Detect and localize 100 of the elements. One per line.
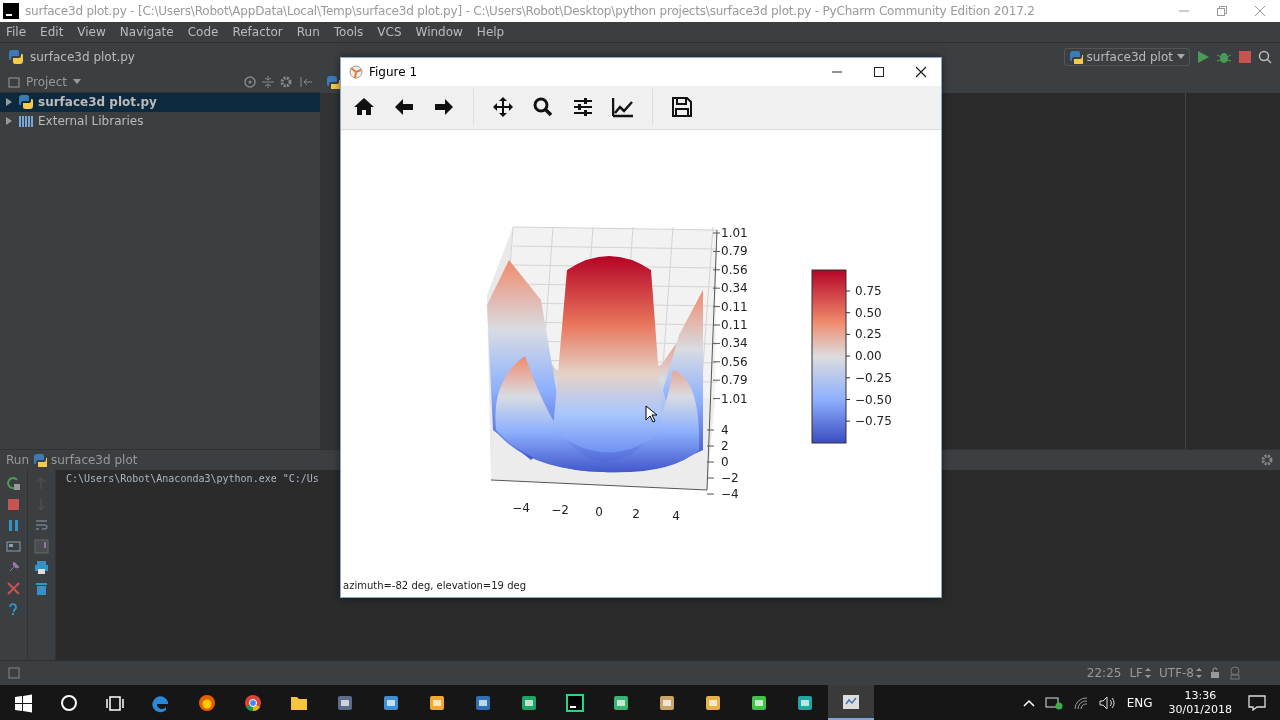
y-tick-label: 4	[721, 423, 729, 438]
volume-icon[interactable]	[1098, 695, 1117, 710]
panel-title[interactable]: Project	[26, 74, 68, 89]
encoding-selector[interactable]: UTF-8	[1159, 666, 1202, 680]
pycharm-logo-icon	[3, 3, 19, 19]
notification-icon[interactable]	[1248, 694, 1266, 711]
bug-icon[interactable]	[1216, 50, 1232, 65]
menu-item[interactable]: Window	[415, 24, 463, 39]
z-tick-label: 0.56	[721, 263, 748, 277]
pause-icon[interactable]	[6, 518, 21, 534]
x-tick-label: −4	[512, 501, 530, 516]
python-file-icon	[1068, 50, 1083, 65]
sliders-icon[interactable]	[572, 96, 594, 119]
windows-logo-icon[interactable]	[13, 692, 33, 713]
z-tick-label: 0.34	[721, 281, 748, 296]
dropdown-arrow-icon	[73, 78, 82, 85]
menu-item[interactable]: Run	[296, 24, 320, 39]
circle-icon[interactable]	[59, 692, 79, 713]
menu-item[interactable]: Tools	[333, 24, 364, 39]
project-icon	[8, 75, 20, 88]
python-file-icon	[33, 453, 47, 468]
y-tick-label: −4	[721, 487, 739, 502]
x-tick-label: 0	[595, 505, 603, 520]
window-title: Figure 1	[369, 64, 418, 79]
collapse-icon[interactable]	[262, 75, 274, 88]
settings-icon[interactable]	[280, 75, 294, 88]
updown-icon	[1145, 668, 1151, 678]
panel-title[interactable]: Run	[6, 453, 29, 468]
matplotlib-logo-icon	[349, 64, 363, 79]
close-icon[interactable]	[915, 65, 927, 78]
python-file-icon	[8, 49, 24, 66]
menu-item[interactable]: File	[6, 24, 27, 39]
lock-icon[interactable]	[1210, 667, 1220, 679]
run-config-dropdown[interactable]: surface3d plot	[1063, 48, 1190, 67]
window-title: surface3d plot.py - [C:\Users\Robot\AppData\Local\Temp\surface3d plot.py] - C:\Users\Robot\Desktop\python projects\surface3d plot.py - PyCharm Community Edition 2017.2	[25, 4, 1036, 18]
z-tick-label: 0.79	[721, 244, 748, 259]
z-tick-label: 0.11	[721, 299, 748, 314]
wifi-icon[interactable]	[1072, 695, 1089, 710]
language-indicator[interactable]: ENG	[1126, 695, 1153, 710]
pan-icon[interactable]	[492, 96, 514, 119]
locate-icon[interactable]	[244, 75, 256, 88]
expand-arrow-icon	[4, 116, 14, 127]
clock[interactable]: 13:36 30/01/2018	[1162, 688, 1238, 717]
z-tick-label: 0.11	[721, 318, 748, 333]
cursor-position[interactable]: 22:25	[1086, 666, 1122, 680]
python-file-icon	[326, 75, 340, 90]
maximize-icon[interactable]	[873, 65, 885, 78]
browser-icon[interactable]	[197, 692, 217, 713]
expand-arrow-icon	[4, 97, 14, 108]
x-tick-label: 2	[632, 507, 640, 522]
menu-item[interactable]: VCS	[377, 24, 402, 39]
save-icon[interactable]	[671, 96, 693, 119]
search-icon[interactable]	[532, 96, 554, 119]
menu-item[interactable]: Navigate	[119, 24, 174, 39]
panel-toggle-icon[interactable]	[8, 667, 20, 679]
surface-plot-drawing[interactable]	[487, 226, 721, 495]
menu-item[interactable]: Edit	[40, 24, 64, 39]
x-tick-label: −2	[551, 503, 569, 518]
z-tick-label: 1.01	[721, 226, 748, 241]
colorbar-tick-label: 0.50	[855, 305, 882, 320]
line-chart-icon[interactable]	[612, 96, 634, 119]
browser-icon[interactable]	[243, 692, 263, 713]
settings-icon[interactable]	[1260, 453, 1274, 468]
menu-item[interactable]: View	[77, 24, 106, 39]
z-tick-label: 0.79	[721, 373, 748, 388]
network-icon[interactable]	[1044, 695, 1063, 710]
print-icon[interactable]	[34, 560, 49, 576]
line-separator-selector[interactable]: LF	[1129, 666, 1151, 680]
updown-icon	[1196, 668, 1202, 678]
restore-icon[interactable]	[1216, 5, 1228, 17]
run-icon[interactable]	[1196, 50, 1210, 65]
y-tick-label: 2	[721, 439, 729, 454]
y-tick-label: 0	[721, 455, 729, 470]
trash-icon[interactable]	[34, 581, 49, 597]
menu-item[interactable]: Code	[187, 24, 219, 39]
z-tick-label: 1.01	[721, 391, 748, 406]
library-icon	[18, 114, 34, 129]
colorbar-tick-label: −0.75	[855, 414, 892, 429]
menu-item[interactable]: Refactor	[232, 24, 283, 39]
menu-item[interactable]: Help	[476, 24, 505, 39]
rerun-icon[interactable]	[6, 476, 21, 492]
console-line: C:\Users\Robot\Anaconda3\python.exe "C:/Us	[66, 473, 319, 485]
layout-icon[interactable]	[6, 539, 21, 555]
colorbar-tick-label: −0.25	[855, 371, 892, 385]
hide-panel-icon[interactable]	[300, 75, 312, 88]
stop-icon[interactable]	[6, 497, 21, 513]
tree-item[interactable]: External Libraries	[0, 111, 320, 131]
colorbar-tick-label: −0.50	[855, 392, 892, 407]
stop-icon[interactable]	[1238, 50, 1252, 65]
mouse-cursor-icon	[645, 405, 657, 424]
scroll-end-icon[interactable]	[34, 539, 49, 555]
app-icon[interactable]	[565, 692, 585, 713]
breadcrumb[interactable]: surface3d plot.py	[30, 50, 135, 65]
python-file-icon	[18, 94, 34, 111]
y-tick-label: −2	[721, 471, 739, 486]
z-tick-label: 0.56	[721, 355, 748, 369]
chevron-up-icon[interactable]	[1022, 698, 1035, 707]
colorbar-tick-label: 0.00	[855, 349, 882, 364]
run-tab[interactable]: surface3d plot	[51, 453, 138, 468]
dropdown-arrow-icon	[1177, 54, 1185, 61]
